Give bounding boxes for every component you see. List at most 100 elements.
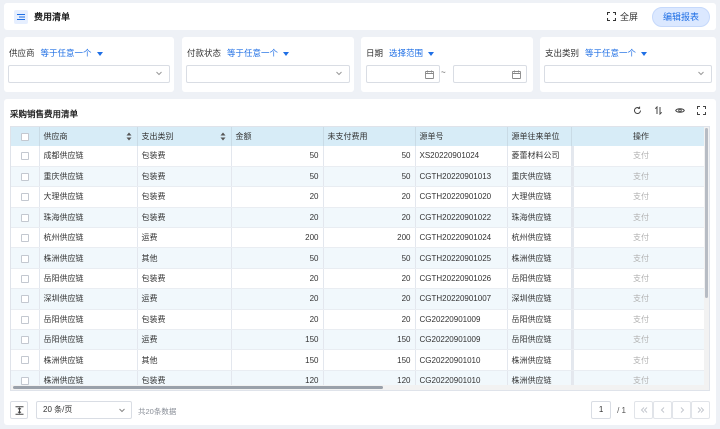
row-checkbox[interactable] [20, 193, 29, 202]
refresh-button[interactable] [633, 106, 642, 115]
cell-unpaid: 150 [323, 349, 416, 371]
cell-unpaid: 50 [323, 247, 416, 269]
row-checkbox[interactable] [20, 376, 29, 385]
table-row[interactable]: 深圳供应链 运费 20 20 CGTH20220901007 深圳供应链 支付 [11, 288, 709, 310]
page-number-input[interactable]: 1 [591, 401, 612, 419]
sort-icon[interactable] [126, 132, 132, 141]
cell-source-no: CGTH20220901007 [415, 288, 508, 310]
page-total: / 1 [617, 405, 626, 415]
table-row[interactable]: 岳阳供应链 包装费 20 20 CG20220901009 岳阳供应链 支付 [11, 309, 709, 331]
pay-link[interactable]: 支付 [571, 247, 709, 269]
row-select-cell[interactable] [11, 247, 40, 269]
row-select-cell[interactable] [11, 329, 40, 351]
table-row[interactable]: 株洲供应链 其他 150 150 CG20220901010 株洲供应链 支付 [11, 349, 709, 371]
row-select-cell[interactable] [11, 166, 40, 188]
column-header-expense-type[interactable]: 支出类别 [137, 127, 232, 146]
sort-icon[interactable] [220, 132, 226, 141]
pay-link[interactable]: 支付 [571, 349, 709, 371]
supplier-select[interactable] [8, 65, 170, 83]
pay-link[interactable]: 支付 [571, 207, 709, 229]
sort-button[interactable] [654, 106, 663, 115]
first-page-button[interactable] [634, 401, 653, 419]
column-visibility-button[interactable] [675, 106, 685, 115]
row-checkbox[interactable] [20, 254, 29, 263]
row-checkbox[interactable] [20, 213, 29, 222]
select-all-cell[interactable] [11, 127, 40, 146]
row-select-cell[interactable] [11, 288, 40, 310]
menu-button[interactable] [14, 9, 28, 24]
table-row[interactable]: 岳阳供应链 运费 150 150 CG20220901009 岳阳供应链 支付 [11, 329, 709, 351]
next-page-button[interactable] [672, 401, 691, 419]
chevron-down-icon [336, 71, 342, 76]
pay-link[interactable]: 支付 [571, 268, 709, 290]
column-header-amount[interactable]: 金额 [231, 127, 324, 146]
table-row[interactable]: 珠海供应链 包装费 20 20 CGTH20220901022 珠海供应链 支付 [11, 207, 709, 229]
page-size-select[interactable]: 20 条/页 [36, 401, 132, 419]
last-page-button[interactable] [691, 401, 710, 419]
pagination: 1 / 1 [591, 401, 710, 419]
table-row[interactable]: 岳阳供应链 包装费 20 20 CGTH20220901026 岳阳供应链 支付 [11, 268, 709, 290]
pay-link[interactable]: 支付 [571, 309, 709, 331]
horizontal-scrollbar[interactable] [11, 385, 709, 390]
table-row[interactable]: 成都供应链 包装费 50 50 XS20220901024 菱蕾材料公司 支付 [11, 146, 709, 167]
pay-link[interactable]: 支付 [571, 186, 709, 208]
filter-supplier-operator[interactable]: 等于任意一个 [41, 48, 92, 58]
edit-report-button[interactable]: 编辑报表 [651, 6, 710, 27]
row-select-cell[interactable] [11, 207, 40, 229]
pay-link[interactable]: 支付 [571, 288, 709, 310]
horizontal-scroll-thumb[interactable] [13, 386, 383, 389]
row-checkbox[interactable] [20, 295, 29, 304]
caret-down-icon[interactable] [428, 51, 435, 56]
row-height-button[interactable] [10, 401, 28, 419]
fullscreen-button[interactable]: 全屏 [606, 10, 638, 23]
row-checkbox[interactable] [20, 315, 29, 324]
pay-link[interactable]: 支付 [571, 227, 709, 249]
vertical-scroll-thumb[interactable] [705, 128, 708, 298]
filter-expense-type-operator[interactable]: 等于任意一个 [585, 48, 636, 58]
row-checkbox[interactable] [20, 152, 29, 161]
row-checkbox[interactable] [20, 356, 29, 365]
table-row[interactable]: 大理供应链 包装费 20 20 CGTH20220901020 大理供应链 支付 [11, 186, 709, 208]
filter-pay-status-operator[interactable]: 等于任意一个 [227, 48, 278, 58]
table-row[interactable]: 杭州供应链 运费 200 200 CGTH20220901024 杭州供应链 支付 [11, 227, 709, 249]
filter-date-operator[interactable]: 选择范围 [389, 48, 423, 58]
table-row[interactable]: 株洲供应链 其他 50 50 CGTH20220901025 株洲供应链 支付 [11, 247, 709, 269]
date-end-input[interactable] [453, 65, 527, 83]
row-checkbox[interactable] [20, 336, 29, 345]
row-checkbox[interactable] [20, 172, 29, 181]
pay-link[interactable]: 支付 [571, 166, 709, 188]
pay-link[interactable]: 支付 [571, 329, 709, 351]
total-count: 共20条数据 [138, 407, 177, 416]
caret-down-icon[interactable] [283, 51, 290, 56]
cell-unpaid: 50 [323, 166, 416, 188]
chevron-down-icon [698, 71, 704, 76]
select-all-checkbox[interactable] [20, 132, 29, 141]
pay-status-select[interactable] [186, 65, 350, 83]
cell-amount: 50 [231, 166, 324, 188]
cell-source-no: CGTH20220901022 [415, 207, 508, 229]
row-checkbox[interactable] [20, 274, 29, 283]
row-select-cell[interactable] [11, 349, 40, 371]
row-select-cell[interactable] [11, 309, 40, 331]
vertical-scrollbar[interactable] [704, 127, 709, 390]
date-start-input[interactable] [366, 65, 440, 83]
expense-type-select[interactable] [544, 65, 712, 83]
row-select-cell[interactable] [11, 227, 40, 249]
row-select-cell[interactable] [11, 268, 40, 290]
column-header-supplier[interactable]: 供应商 [39, 127, 138, 146]
table-fullscreen-button[interactable] [697, 106, 706, 115]
table-row[interactable]: 重庆供应链 包装费 50 50 CGTH20220901013 重庆供应链 支付 [11, 166, 709, 188]
column-header-unpaid[interactable]: 未支付费用 [323, 127, 416, 146]
row-checkbox[interactable] [20, 234, 29, 243]
row-select-cell[interactable] [11, 146, 40, 167]
caret-down-icon[interactable] [641, 51, 648, 56]
row-select-cell[interactable] [11, 186, 40, 208]
column-header-source-partner[interactable]: 源单往来单位 [507, 127, 572, 146]
caret-down-icon[interactable] [96, 51, 103, 56]
cell-amount: 150 [231, 329, 324, 351]
cell-supplier: 岳阳供应链 [39, 309, 138, 331]
pay-link[interactable]: 支付 [571, 146, 709, 167]
cell-expense-type: 包装费 [137, 309, 232, 331]
prev-page-button[interactable] [653, 401, 672, 419]
column-header-source-no[interactable]: 源单号 [415, 127, 508, 146]
